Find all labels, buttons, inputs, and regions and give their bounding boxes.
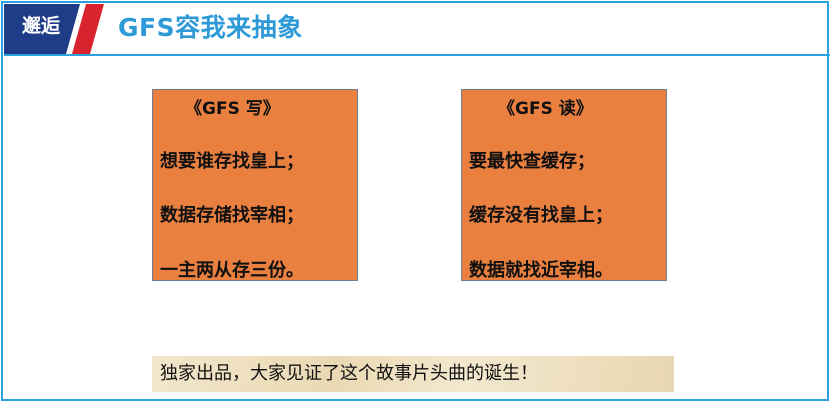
- slide-frame: [1, 1, 829, 401]
- poem-line: 缓存没有找皇上；: [469, 205, 613, 226]
- poem-line: 要最快查缓存；: [469, 151, 595, 172]
- poem-title: 《GFS 读》: [498, 99, 593, 119]
- page-title: GFS容我来抽象: [118, 13, 303, 42]
- caption-banner: 独家出品，大家见证了这个故事片头曲的诞生！: [152, 356, 674, 392]
- poem-card-read: 《GFS 读》 要最快查缓存； 缓存没有找皇上； 数据就找近宰相。: [461, 89, 667, 281]
- poem-line: 一主两从存三份。: [160, 260, 304, 281]
- header-divider: [4, 54, 830, 56]
- poem-card-write: 《GFS 写》 想要谁存找皇上； 数据存储找宰相； 一主两从存三份。: [152, 89, 358, 281]
- header-badge-label: 邂逅: [21, 15, 60, 37]
- poem-line: 想要谁存找皇上；: [160, 151, 304, 172]
- poem-line: 数据就找近宰相。: [469, 260, 613, 281]
- poem-title: 《GFS 写》: [185, 99, 280, 119]
- poem-line: 数据存储找宰相；: [160, 205, 304, 226]
